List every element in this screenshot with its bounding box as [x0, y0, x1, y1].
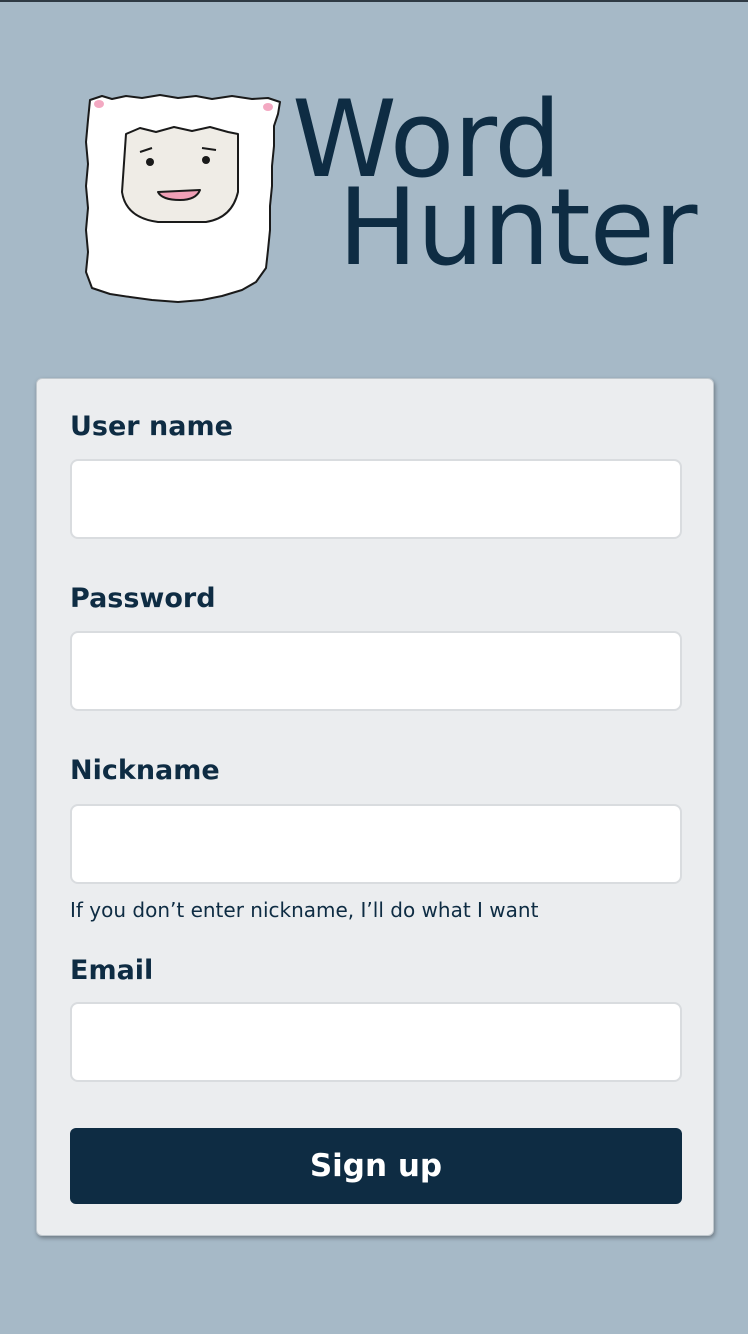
- app-title-line2: Hunter: [338, 166, 697, 289]
- signup-form-card: User name Password Nickname If you don’t…: [36, 378, 714, 1236]
- email-label: Email: [70, 955, 154, 986]
- email-field[interactable]: [70, 1002, 682, 1082]
- nickname-hint: If you don’t enter nickname, I’ll do wha…: [70, 898, 539, 922]
- username-field[interactable]: [70, 459, 682, 539]
- sheep-mascot-icon: [85, 94, 281, 303]
- header: Word Hunter: [0, 0, 748, 340]
- password-field[interactable]: [70, 631, 682, 711]
- username-label: User name: [70, 411, 233, 442]
- nickname-field[interactable]: [70, 804, 682, 884]
- nickname-label: Nickname: [70, 755, 220, 786]
- password-label: Password: [70, 583, 216, 614]
- sign-up-button[interactable]: Sign up: [70, 1128, 682, 1204]
- app-title: Word Hunter: [292, 87, 697, 289]
